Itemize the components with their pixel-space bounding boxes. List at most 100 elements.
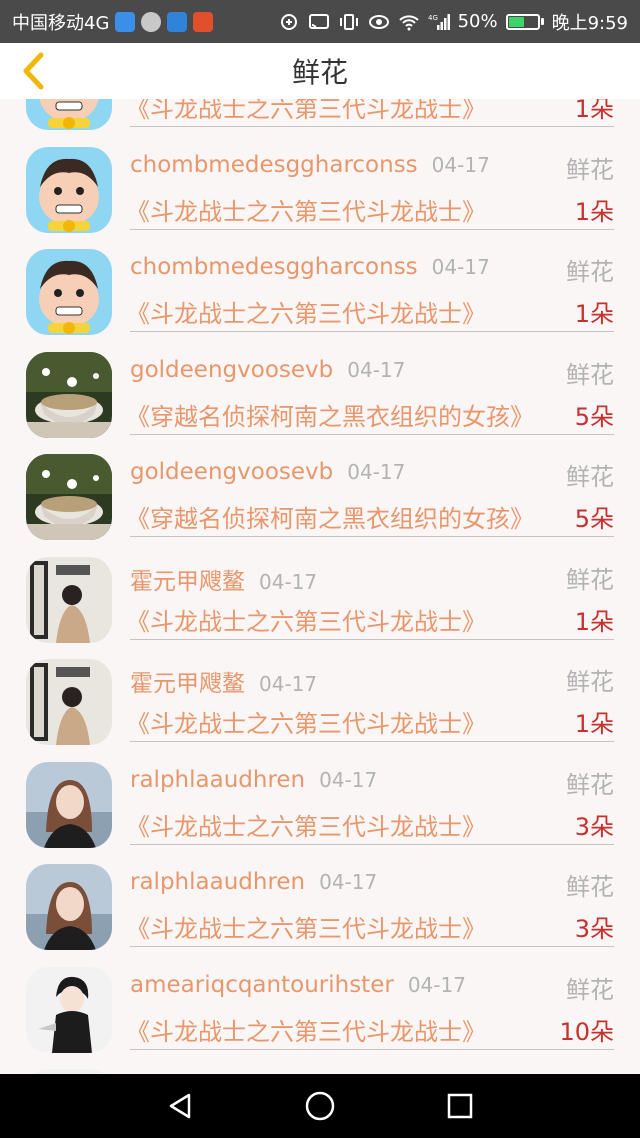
gift-count: 1朵 [574, 99, 614, 123]
user-name[interactable]: goldeengvoosevb [130, 357, 333, 383]
user-name[interactable]: ameariqcqantourihster [130, 972, 394, 998]
gift-list-item[interactable]: 霍元甲飕鳌 04-17 鲜花《斗龙战士之六第三代斗龙战士》 1朵 [0, 534, 640, 643]
gift-count: 10朵 [559, 1017, 614, 1046]
gift-list-item[interactable]: ralphlaaudhren 04-17 鲜花 《斗龙战士之六第三代斗龙战士》 3朵 [0, 841, 640, 950]
user-avatar[interactable] [26, 761, 112, 848]
gift-count: 5朵 [574, 505, 614, 533]
wifi-icon [398, 14, 419, 30]
gallery-app-icon [115, 11, 136, 32]
gift-list-item[interactable]: chombmedesggharconss 04-17 鲜花《斗龙战士之六第三代斗龙战… [0, 124, 640, 233]
gift-count: 1朵 [574, 300, 614, 328]
vibrate-icon [339, 13, 358, 30]
gift-date: 04-17 [319, 870, 378, 894]
nav-recents-button[interactable] [435, 1081, 485, 1131]
gift-type-label: 鲜花 [566, 258, 614, 286]
gift-date: 04-17 [431, 255, 490, 279]
gift-type-label: 鲜花 [566, 565, 614, 594]
book-title[interactable]: 《斗龙战士之六第三代斗龙战士》 [126, 602, 486, 637]
qq-app-icon [141, 11, 162, 32]
user-line: goldeengvoosevb 04-17 [130, 357, 405, 383]
gift-list-item[interactable]: ameariqcqantourihster04-17鲜花《斗龙战士之六第三代斗龙… [0, 1046, 640, 1074]
user-avatar[interactable] [26, 454, 112, 540]
book-title[interactable]: 《斗龙战士之六第三代斗龙战士》 [126, 704, 486, 739]
battery-fill [508, 16, 524, 27]
user-name[interactable]: ralphlaaudhren [130, 767, 305, 793]
book-title[interactable]: 《穿越名侦探柯南之黑衣组织的女孩》 [126, 499, 534, 534]
user-avatar[interactable] [26, 146, 112, 233]
clock: 晚上9:59 [551, 12, 628, 34]
nav-home-button[interactable] [295, 1081, 345, 1131]
gift-info: ralphlaaudhren 04-17 鲜花 《斗龙战士之六第三代斗龙战士》 3朵 [126, 759, 614, 845]
gift-type-label: 鲜花 [566, 770, 614, 799]
user-avatar[interactable] [26, 351, 112, 438]
gift-info: ralphlaaudhren 04-17 鲜花 《斗龙战士之六第三代斗龙战士》 3朵 [126, 861, 614, 947]
top-bar: 鲜花 [0, 43, 640, 99]
square-recents-icon [447, 1093, 473, 1119]
user-avatar[interactable] [26, 659, 112, 745]
gift-type-label: 鲜花 [566, 463, 614, 491]
user-line: chombmedesggharconss 04-17 [130, 152, 490, 178]
gift-type-label: 鲜花 [566, 668, 614, 696]
gift-list-item[interactable]: chombmedesggharconss04-17鲜花《斗龙战士之六第三代斗龙战… [0, 99, 640, 130]
book-title[interactable]: 《斗龙战士之六第三代斗龙战士》 [126, 99, 486, 124]
gift-list-item[interactable]: ameariqcqantourihster04-17 鲜花《斗龙战士之六第三代斗龙… [0, 944, 640, 1053]
book-title[interactable]: 《斗龙战士之六第三代斗龙战士》 [126, 294, 486, 329]
gift-list-item[interactable]: goldeengvoosevb 04-17 鲜花《穿越名侦探柯南之黑衣组织的女孩》 5… [0, 431, 640, 540]
gift-date: 04-17 [259, 672, 318, 696]
gift-list-item[interactable]: 霍元甲飕鳌 04-17 鲜花《斗龙战士之六第三代斗龙战士》 1朵 [0, 636, 640, 745]
svg-text:4G: 4G [428, 14, 438, 22]
user-line: 霍元甲飕鳌 04-17 [130, 562, 317, 596]
user-avatar[interactable] [26, 249, 112, 335]
cast-icon [308, 13, 329, 29]
gift-info: 霍元甲飕鳌 04-17 鲜花《斗龙战士之六第三代斗龙战士》 1朵 [126, 554, 614, 640]
user-avatar[interactable] [26, 966, 112, 1053]
carrier-label: 中国移动4G [12, 12, 110, 34]
gift-info: chombmedesggharconss 04-17 鲜花《斗龙战士之六第三代斗龙战… [126, 144, 614, 230]
user-name[interactable]: 霍元甲飕鳌 [130, 569, 245, 595]
user-name[interactable]: chombmedesggharconss [130, 254, 418, 280]
nav-back-button[interactable] [155, 1081, 205, 1131]
triangle-back-icon [169, 1093, 191, 1119]
sync-icon [280, 13, 297, 30]
gift-list-item[interactable]: chombmedesggharconss 04-17 鲜花《斗龙战士之六第三代斗龙战… [0, 226, 640, 335]
gift-list-item[interactable]: goldeengvoosevb 04-17 鲜花《穿越名侦探柯南之黑衣组织的女孩》 5… [0, 329, 640, 438]
user-avatar[interactable] [26, 556, 112, 643]
flower-gift-list[interactable]: chombmedesggharconss04-17鲜花《斗龙战士之六第三代斗龙战… [0, 99, 640, 1074]
gift-info: ameariqcqantourihster 04-17 鲜花《斗龙战士之六第三代斗龙… [126, 964, 614, 1050]
user-avatar[interactable] [26, 864, 112, 950]
user-line: ralphlaaudhren 04-17 [130, 869, 377, 895]
battery-icon [505, 13, 544, 30]
user-name[interactable]: chombmedesggharconss [130, 152, 418, 178]
user-name[interactable]: 霍元甲飕鳌 [130, 671, 245, 697]
user-line: goldeengvoosevb 04-17 [130, 459, 405, 485]
gift-type-label: 鲜花 [566, 155, 614, 184]
gift-count: 1朵 [574, 710, 614, 738]
user-line: ameariqcqantourihster 04-17 [130, 972, 466, 998]
book-title[interactable]: 《斗龙战士之六第三代斗龙战士》 [126, 1012, 486, 1047]
book-title[interactable]: 《斗龙战士之六第三代斗龙战士》 [126, 807, 486, 842]
user-name[interactable]: ralphlaaudhren [130, 869, 305, 895]
gift-date: 04-17 [259, 569, 318, 594]
gift-info: goldeengvoosevb 04-17 鲜花《穿越名侦探柯南之黑衣组织的女孩》 5… [126, 451, 614, 537]
gift-type-label: 鲜花 [566, 975, 614, 1004]
gift-count: 5朵 [574, 402, 614, 431]
system-nav-bar [0, 1074, 640, 1138]
book-title[interactable]: 《斗龙战士之六第三代斗龙战士》 [126, 192, 486, 227]
gift-date: 04-17 [347, 357, 406, 382]
eye-icon [368, 14, 389, 29]
book-title[interactable]: 《穿越名侦探柯南之黑衣组织的女孩》 [126, 397, 534, 432]
back-button[interactable] [12, 49, 56, 93]
gift-count: 1朵 [574, 607, 614, 636]
book-title[interactable]: 《斗龙战士之六第三代斗龙战士》 [126, 909, 486, 944]
user-line: ralphlaaudhren 04-17 [130, 767, 377, 793]
gift-count: 1朵 [574, 197, 614, 226]
user-name[interactable]: goldeengvoosevb [130, 459, 333, 485]
user-line: chombmedesggharconss 04-17 [130, 254, 490, 280]
gift-list-item[interactable]: ralphlaaudhren 04-17 鲜花 《斗龙战士之六第三代斗龙战士》 3朵 [0, 739, 640, 848]
gift-type-label: 鲜花 [566, 873, 614, 901]
browser-app-icon [167, 11, 188, 32]
gift-info: goldeengvoosevb 04-17 鲜花《穿越名侦探柯南之黑衣组织的女孩》 5… [126, 349, 614, 435]
gift-date: 04-17 [431, 152, 490, 177]
gift-type-label: 鲜花 [566, 360, 614, 389]
circle-home-icon [305, 1091, 335, 1121]
